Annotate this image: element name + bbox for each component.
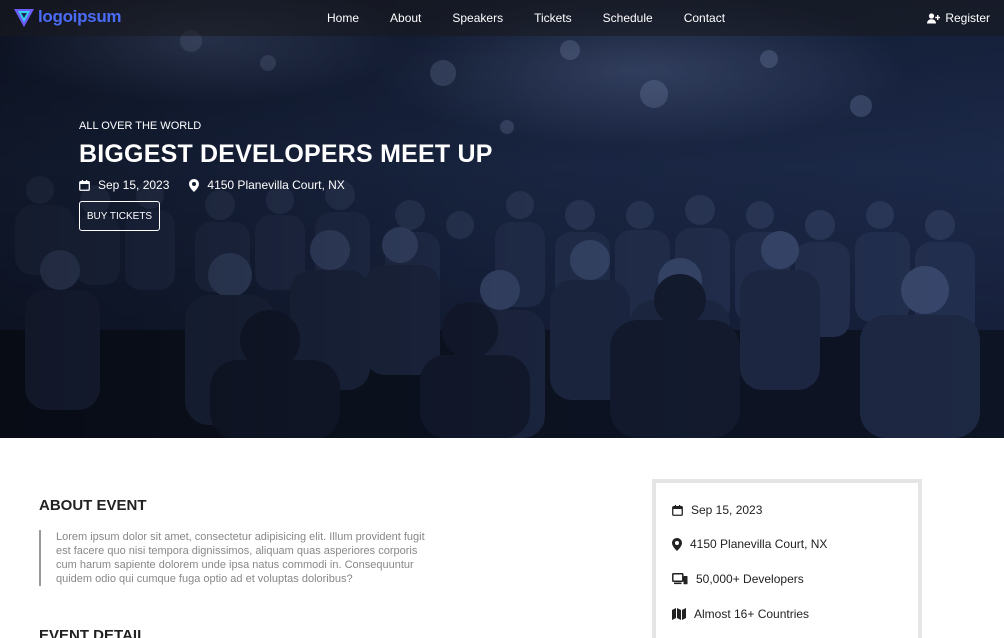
top-navbar: logoipsum Home About Speakers Tickets Sc… [0, 0, 1004, 36]
info-developers-text: 50,000+ Developers [696, 572, 804, 586]
nav-speakers[interactable]: Speakers [452, 11, 503, 25]
hero-meta: Sep 15, 2023 4150 Planevilla Court, NX [79, 178, 365, 192]
buy-tickets-button[interactable]: BUY TICKETS [79, 201, 160, 231]
calendar-icon [79, 179, 90, 191]
info-developers: 50,000+ Developers [672, 572, 804, 586]
hero-eyebrow: ALL OVER THE WORLD [79, 120, 202, 132]
nav-schedule[interactable]: Schedule [603, 11, 653, 25]
info-location: 4150 Planevilla Court, NX [672, 537, 827, 551]
hero-date: Sep 15, 2023 [79, 178, 169, 192]
map-icon [672, 608, 686, 620]
logo-text: logoipsum [38, 7, 122, 26]
hero-location-text: 4150 Planevilla Court, NX [207, 178, 345, 192]
nav-about[interactable]: About [390, 11, 421, 25]
hero-title: BIGGEST DEVELOPERS MEET UP [79, 140, 493, 168]
user-plus-icon [927, 12, 941, 23]
map-pin-icon [672, 537, 682, 551]
event-info-card: Sep 15, 2023 4150 Planevilla Court, NX 5… [652, 479, 922, 638]
logo-mark-icon [14, 9, 34, 27]
devices-icon [672, 573, 688, 585]
event-detail-title: EVENT DETAIL [39, 627, 147, 638]
nav-links: Home About Speakers Tickets Schedule Con… [327, 11, 756, 25]
nav-home[interactable]: Home [327, 11, 359, 25]
nav-contact[interactable]: Contact [684, 11, 725, 25]
info-date: Sep 15, 2023 [672, 503, 762, 517]
map-pin-icon [189, 178, 200, 192]
hero-location: 4150 Planevilla Court, NX [189, 178, 345, 192]
about-title: ABOUT EVENT [39, 497, 147, 514]
nav-tickets[interactable]: Tickets [534, 11, 572, 25]
register-label: Register [945, 11, 990, 25]
hero-section: ALL OVER THE WORLD BIGGEST DEVELOPERS ME… [0, 0, 1004, 438]
info-location-text: 4150 Planevilla Court, NX [690, 537, 828, 551]
logo[interactable]: logoipsum [12, 5, 122, 29]
info-date-text: Sep 15, 2023 [691, 503, 763, 517]
info-countries-text: Almost 16+ Countries [694, 607, 810, 621]
info-countries: Almost 16+ Countries [672, 607, 809, 621]
hero-date-text: Sep 15, 2023 [98, 178, 170, 192]
about-text: Lorem ipsum dolor sit amet, consectetur … [39, 530, 439, 586]
register-button[interactable]: Register [927, 11, 990, 25]
calendar-icon [672, 504, 683, 516]
